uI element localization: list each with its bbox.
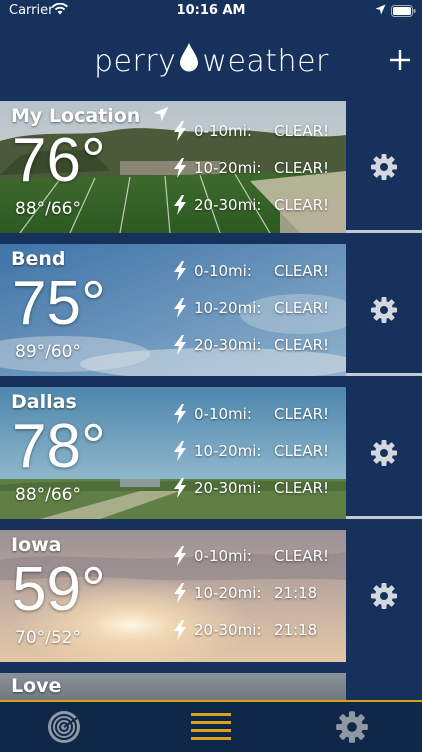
- current-temperature: 59°: [12, 555, 106, 624]
- ring-status: CLEAR!: [274, 159, 330, 177]
- lightning-icon: [172, 546, 188, 570]
- current-temperature: 78°: [12, 412, 106, 481]
- high-low-temperature: 88°/66°: [15, 485, 81, 505]
- lightning-ring-20-30: 20-30mi: 21:18: [172, 620, 346, 640]
- clock: 10:16 AM: [176, 3, 246, 18]
- lightning-icon: [172, 121, 188, 145]
- list-icon: [191, 713, 231, 740]
- lightning-icon: [172, 478, 188, 502]
- high-low-temperature: 88°/66°: [15, 199, 81, 219]
- app-logo: perry weather: [94, 42, 329, 80]
- lightning-icon: [172, 620, 188, 644]
- lightning-ring-10-20: 10-20mi: CLEAR!: [172, 441, 346, 461]
- card-separator: [346, 230, 422, 233]
- lightning-icon: [172, 261, 188, 285]
- ring-status: 21:18: [274, 584, 318, 602]
- logo-text-weather: weather: [202, 43, 329, 79]
- high-low-temperature: 70°/52°: [15, 628, 81, 648]
- gear-icon: [371, 440, 397, 466]
- ring-range: 0-10mi:: [194, 122, 252, 140]
- lightning-ring-20-30: 20-30mi: CLEAR!: [172, 195, 346, 215]
- ring-range: 0-10mi:: [194, 262, 252, 280]
- battery-icon: [391, 5, 416, 21]
- ring-range: 10-20mi:: [194, 299, 262, 317]
- ring-range: 20-30mi:: [194, 479, 262, 497]
- location-arrow-icon: [375, 4, 386, 19]
- water-drop-icon: [179, 42, 199, 80]
- lightning-ring-0-10: 0-10mi: CLEAR!: [172, 404, 346, 424]
- ring-range: 10-20mi:: [194, 442, 262, 460]
- lightning-icon: [172, 335, 188, 359]
- ring-range: 20-30mi:: [194, 196, 262, 214]
- location-card-bend[interactable]: Bend 75° 89°/60° 0-10mi: CLEAR! 10-20mi:…: [0, 244, 346, 376]
- lightning-ring-0-10: 0-10mi: CLEAR!: [172, 261, 346, 281]
- gear-icon: [371, 297, 397, 323]
- ring-range: 0-10mi:: [194, 405, 252, 423]
- current-temperature: 75°: [12, 269, 106, 338]
- gear-icon: [336, 711, 368, 743]
- ring-status: CLEAR!: [274, 122, 330, 140]
- ring-status: CLEAR!: [274, 299, 330, 317]
- lightning-icon: [172, 158, 188, 182]
- ring-status: CLEAR!: [274, 196, 330, 214]
- lightning-ring-20-30: 20-30mi: CLEAR!: [172, 335, 346, 355]
- location-settings-button[interactable]: [346, 244, 422, 376]
- ring-range: 20-30mi:: [194, 336, 262, 354]
- lightning-icon: [172, 404, 188, 428]
- radar-icon: [48, 711, 80, 743]
- ring-status: 21:18: [274, 621, 318, 639]
- ring-status: CLEAR!: [274, 262, 330, 280]
- location-card-my-location[interactable]: My Location 76° 88°/66° 0-10mi: CLEAR! 1…: [0, 101, 346, 233]
- tab-settings[interactable]: [322, 702, 382, 752]
- lightning-ring-10-20: 10-20mi: CLEAR!: [172, 298, 346, 318]
- ring-range: 0-10mi:: [194, 547, 252, 565]
- tab-radar[interactable]: [34, 702, 94, 752]
- location-card-love[interactable]: Love: [0, 673, 346, 703]
- lightning-ring-10-20: 10-20mi: CLEAR!: [172, 158, 346, 178]
- tab-bar: [0, 700, 422, 752]
- ring-range: 10-20mi:: [194, 159, 262, 177]
- location-settings-button[interactable]: [346, 387, 422, 519]
- ring-status: CLEAR!: [274, 547, 330, 565]
- lightning-ring-10-20: 10-20mi: 21:18: [172, 583, 346, 603]
- ring-status: CLEAR!: [274, 479, 330, 497]
- current-temperature: 76°: [12, 126, 106, 195]
- lightning-ring-0-10: 0-10mi: CLEAR!: [172, 121, 346, 141]
- lightning-icon: [172, 298, 188, 322]
- logo-text-perry: perry: [94, 43, 177, 79]
- lightning-ring-20-30: 20-30mi: CLEAR!: [172, 478, 346, 498]
- card-separator: [346, 516, 422, 519]
- lightning-ring-0-10: 0-10mi: CLEAR!: [172, 546, 346, 566]
- ring-range: 20-30mi:: [194, 621, 262, 639]
- gear-icon: [371, 583, 397, 609]
- high-low-temperature: 89°/60°: [15, 342, 81, 362]
- ring-range: 10-20mi:: [194, 584, 262, 602]
- plus-icon: [390, 50, 410, 70]
- status-bar: Carrier 10:16 AM: [0, 0, 422, 22]
- location-name: Love: [11, 675, 62, 697]
- location-card-dallas[interactable]: Dallas 78° 88°/66° 0-10mi: CLEAR! 10-20m…: [0, 387, 346, 519]
- location-settings-button[interactable]: [346, 530, 422, 662]
- ring-status: CLEAR!: [274, 405, 330, 423]
- ring-status: CLEAR!: [274, 336, 330, 354]
- tab-locations[interactable]: [181, 702, 241, 752]
- gear-icon: [371, 154, 397, 180]
- add-location-button[interactable]: [388, 48, 412, 72]
- location-settings-button[interactable]: [346, 101, 422, 233]
- location-arrow-icon: [153, 106, 169, 122]
- app-header: perry weather: [0, 22, 422, 102]
- ring-status: CLEAR!: [274, 442, 330, 460]
- lightning-icon: [172, 583, 188, 607]
- lightning-icon: [172, 441, 188, 465]
- card-separator: [346, 373, 422, 376]
- location-card-iowa[interactable]: Iowa 59° 70°/52° 0-10mi: CLEAR! 10-20mi:…: [0, 530, 346, 662]
- lightning-icon: [172, 195, 188, 219]
